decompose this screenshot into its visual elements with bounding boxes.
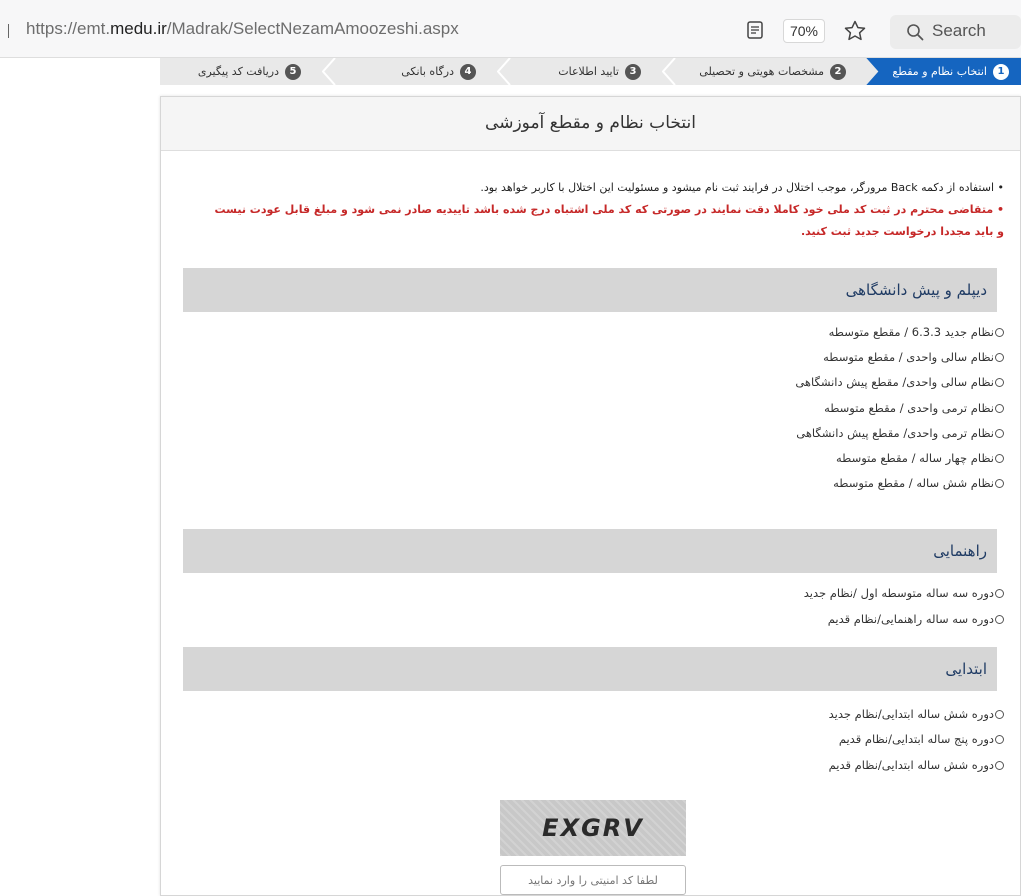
- search-placeholder: Search: [932, 21, 986, 40]
- captcha-code: EXGRV: [542, 814, 644, 842]
- step-number: 5: [285, 63, 301, 80]
- option-diploma-six-year[interactable]: نظام شش ساله / مقطع متوسطه: [833, 473, 1004, 493]
- radio-button[interactable]: [995, 453, 1004, 463]
- back-button-warning: • استفاده از دکمه Back مرورگر، موجب اختل…: [480, 181, 1004, 194]
- option-label: نظام سالی واحدی / مقطع متوسطه: [823, 350, 994, 364]
- page-title: انتخاب نظام و مقطع آموزشی: [161, 97, 1020, 151]
- url-prefix: https://emt.: [26, 19, 111, 38]
- option-label: نظام شش ساله / مقطع متوسطه: [833, 476, 994, 490]
- radio-button[interactable]: [995, 352, 1004, 362]
- radio-button[interactable]: [995, 734, 1004, 744]
- radio-button[interactable]: [995, 403, 1004, 413]
- step-label: مشخصات هویتی و تحصیلی: [699, 65, 824, 78]
- step-2-identity-info[interactable]: 2 مشخصات هویتی و تحصیلی: [699, 58, 846, 85]
- radio-button[interactable]: [995, 760, 1004, 770]
- step-label: درگاه بانکی: [401, 65, 454, 78]
- option-primary-five-year-old[interactable]: دوره پنج ساله ابتدایی/نظام قدیم: [839, 729, 1004, 749]
- browser-toolbar: https://emt.medu.ir/Madrak/SelectNezamAm…: [0, 0, 1021, 58]
- section-header-guidance: راهنمایی: [183, 529, 997, 573]
- option-primary-six-year-new[interactable]: دوره شش ساله ابتدایی/نظام جدید: [829, 704, 1004, 724]
- step-number: 3: [625, 63, 641, 80]
- option-diploma-term-preuniversity[interactable]: نظام ترمی واحدی/ مقطع پیش دانشگاهی: [796, 423, 1004, 443]
- toolbar-divider: [8, 24, 9, 38]
- radio-button[interactable]: [995, 428, 1004, 438]
- address-bar[interactable]: https://emt.medu.ir/Madrak/SelectNezamAm…: [26, 19, 459, 39]
- step-3-confirm-info[interactable]: 3 تایید اطلاعات: [558, 58, 641, 85]
- option-diploma-yearly-secondary[interactable]: نظام سالی واحدی / مقطع متوسطه: [823, 347, 1004, 367]
- national-code-warning-line-1: • متقاضی محترم در ثبت کد ملی خود کاملا د…: [214, 203, 1004, 216]
- option-label: نظام چهار ساله / مقطع متوسطه: [835, 451, 994, 465]
- step-number: 1: [993, 63, 1009, 80]
- radio-button[interactable]: [995, 327, 1004, 337]
- radio-button[interactable]: [995, 614, 1004, 624]
- option-label: دوره سه ساله متوسطه اول /نظام جدید: [803, 586, 994, 600]
- step-separator-icon: [497, 58, 511, 85]
- step-label: دریافت کد پیگیری: [197, 65, 279, 78]
- browser-search-box[interactable]: Search: [890, 15, 1021, 49]
- option-label: دوره پنج ساله ابتدایی/نظام قدیم: [838, 732, 994, 746]
- radio-button[interactable]: [995, 709, 1004, 719]
- option-diploma-term-secondary[interactable]: نظام ترمی واحدی / مقطع متوسطه: [824, 398, 1004, 418]
- section-header-primary: ابتدایی: [183, 647, 997, 691]
- option-label: نظام ترمی واحدی / مقطع متوسطه: [824, 401, 994, 415]
- national-code-warning: • متقاضی محترم در ثبت کد ملی خود کاملا د…: [184, 199, 1004, 243]
- option-diploma-yearly-preuniversity[interactable]: نظام سالی واحدی/ مقطع پیش دانشگاهی: [795, 372, 1004, 392]
- section-header-diploma: دیپلم و پیش دانشگاهی: [183, 268, 997, 312]
- national-code-warning-line-2: و باید مجددا درخواست جدید ثبت کنید.: [800, 225, 1004, 238]
- option-diploma-four-year[interactable]: نظام چهار ساله / مقطع متوسطه: [836, 448, 1004, 468]
- bookmark-star-icon[interactable]: [843, 19, 867, 43]
- step-separator-icon: [662, 58, 676, 85]
- radio-button[interactable]: [995, 478, 1004, 488]
- url-domain: medu.ir: [110, 19, 167, 38]
- step-separator-icon: [322, 58, 336, 85]
- step-number: 4: [460, 63, 476, 80]
- zoom-level-button[interactable]: 70%: [783, 19, 825, 43]
- step-number: 2: [830, 63, 846, 80]
- option-label: دوره شش ساله ابتدایی/نظام قدیم: [828, 758, 994, 772]
- step-label: تایید اطلاعات: [558, 65, 619, 78]
- option-guidance-new[interactable]: دوره سه ساله متوسطه اول /نظام جدید: [804, 583, 1004, 603]
- step-1-select-system[interactable]: 1 انتخاب نظام و مقطع: [866, 58, 1021, 85]
- step-4-bank-gateway[interactable]: 4 درگاه بانکی: [401, 58, 476, 85]
- step-label: انتخاب نظام و مقطع: [892, 65, 987, 78]
- option-primary-six-year-old[interactable]: دوره شش ساله ابتدایی/نظام قدیم: [829, 755, 1004, 775]
- radio-button[interactable]: [995, 377, 1004, 387]
- option-label: نظام جدید 6.3.3 / مقطع متوسطه: [828, 325, 994, 339]
- reader-view-icon[interactable]: [745, 20, 765, 40]
- registration-steps-bar: 1 انتخاب نظام و مقطع 2 مشخصات هویتی و تح…: [160, 58, 1021, 85]
- option-diploma-new-633[interactable]: نظام جدید 6.3.3 / مقطع متوسطه: [829, 322, 1004, 342]
- captcha-input[interactable]: [500, 865, 686, 895]
- option-label: دوره سه ساله راهنمایی/نظام قدیم: [827, 612, 994, 626]
- option-guidance-old[interactable]: دوره سه ساله راهنمایی/نظام قدیم: [828, 609, 1004, 629]
- option-label: نظام ترمی واحدی/ مقطع پیش دانشگاهی: [796, 426, 994, 440]
- selection-card: انتخاب نظام و مقطع آموزشی • استفاده از د…: [160, 96, 1021, 896]
- step-5-tracking-code[interactable]: 5 دریافت کد پیگیری: [198, 58, 301, 85]
- url-path: /Madrak/SelectNezamAmoozeshi.aspx: [166, 19, 459, 38]
- captcha-image: EXGRV: [500, 800, 686, 856]
- option-label: دوره شش ساله ابتدایی/نظام جدید: [828, 707, 994, 721]
- page-content: 1 انتخاب نظام و مقطع 2 مشخصات هویتی و تح…: [0, 58, 1021, 896]
- option-label: نظام سالی واحدی/ مقطع پیش دانشگاهی: [795, 375, 994, 389]
- radio-button[interactable]: [995, 588, 1004, 598]
- search-icon: [907, 24, 924, 41]
